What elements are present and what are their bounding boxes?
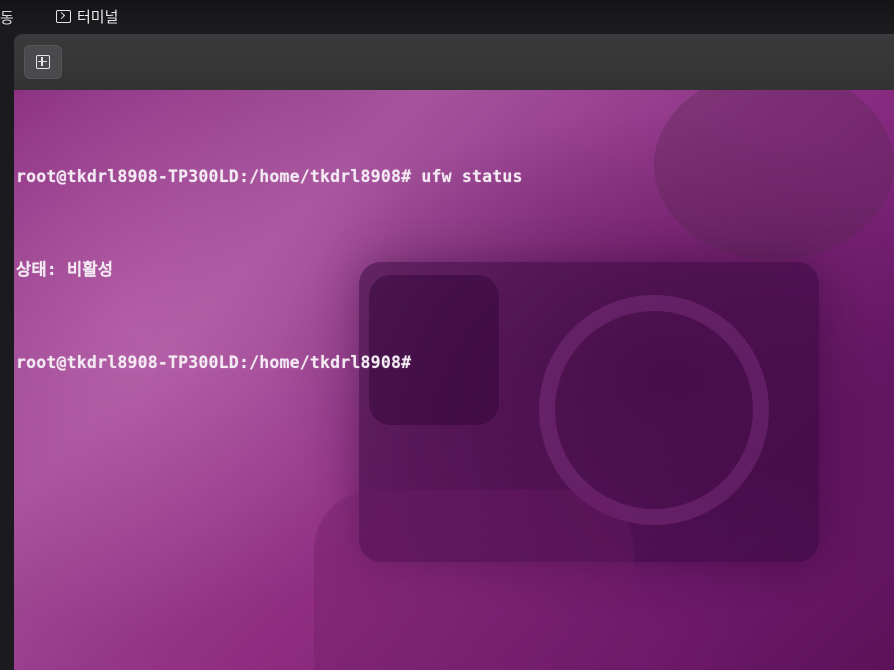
terminal-body[interactable]: root@tkdrl8908-TP300LD:/home/tkdrl8908# … — [14, 90, 894, 670]
app-menu[interactable]: 터미널 — [56, 6, 118, 27]
new-tab-button[interactable] — [24, 45, 62, 79]
terminal-line-output: 상태: 비활성 — [16, 260, 114, 279]
terminal-line-command: root@tkdrl8908-TP300LD:/home/tkdrl8908# … — [16, 167, 523, 186]
terminal-icon — [56, 10, 71, 23]
top-bar: 동 터미널 — [0, 0, 894, 34]
terminal-headerbar — [14, 34, 894, 90]
reflection-shape — [314, 490, 634, 670]
terminal-line-prompt: root@tkdrl8908-TP300LD:/home/tkdrl8908# — [16, 353, 412, 372]
terminal-output: root@tkdrl8908-TP300LD:/home/tkdrl8908# … — [16, 99, 523, 440]
tab-new-icon — [36, 55, 50, 69]
activities-button[interactable]: 동 — [0, 7, 14, 28]
app-menu-label: 터미널 — [77, 8, 119, 26]
reflection-shape — [654, 90, 894, 260]
